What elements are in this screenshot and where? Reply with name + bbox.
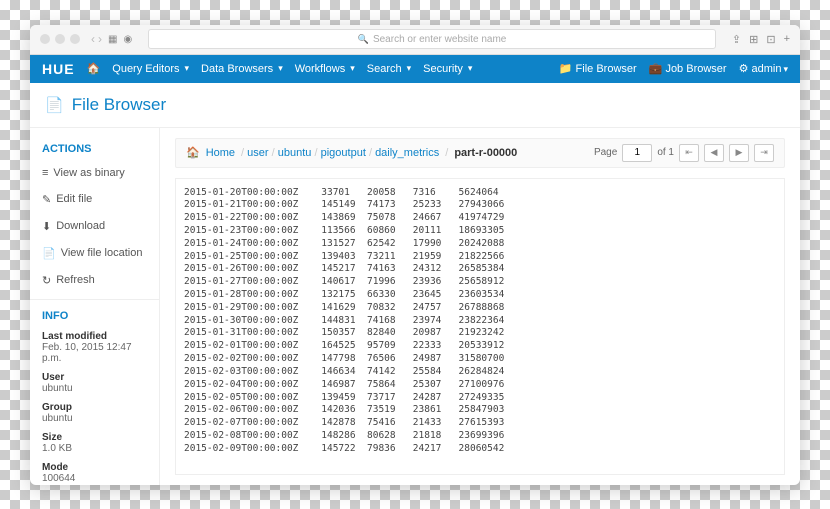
add-tab-icon[interactable]: + — [784, 33, 790, 46]
separator: / — [369, 147, 372, 159]
first-page-button[interactable]: ⇤ — [679, 144, 699, 162]
home-icon[interactable]: 🏠 — [186, 146, 200, 159]
hue-navbar: HUE 🏠 Query Editors Data Browsers Workflow… — [30, 55, 800, 83]
breadcrumb-pigoutput[interactable]: pigoutput — [321, 147, 366, 159]
browser-toolbar: ‹ › ▦ ◉ Search or enter website name ⇪ ⊞… — [30, 25, 800, 55]
menu-security[interactable]: Security — [423, 63, 472, 75]
separator: / — [241, 147, 244, 159]
pager: Page of 1 ⇤ ◀ ▶ ⇥ — [594, 144, 774, 162]
action-label: Download — [56, 220, 105, 232]
page-label: Page — [594, 147, 617, 158]
action-download[interactable]: ⬇ Download — [30, 213, 159, 240]
info-heading: INFO — [30, 305, 159, 327]
info-last-modified: Last modifiedFeb. 10, 2015 12:47 p.m. — [30, 327, 159, 368]
url-bar[interactable]: Search or enter website name — [148, 29, 716, 49]
back-icon[interactable]: ‹ — [91, 32, 95, 46]
nav-file-browser[interactable]: 📁 File Browser — [559, 62, 637, 75]
forward-icon[interactable]: › — [98, 32, 102, 46]
action-label: View file location — [61, 247, 143, 259]
action-icon: ↻ — [42, 274, 51, 287]
sidebar: ACTIONS ≡ View as binary ✎ Edit file ⬇ Downlo… — [30, 128, 160, 485]
info-group: Groupubuntu — [30, 398, 159, 428]
action-icon: ✎ — [42, 193, 51, 206]
action-view-file-location[interactable]: 📄 View file location — [30, 240, 159, 267]
info-mode: Mode100644 — [30, 458, 159, 485]
menu-search[interactable]: Search — [367, 63, 411, 75]
info-size: Size1.0 KB — [30, 428, 159, 458]
window-controls — [40, 34, 80, 44]
home-icon[interactable]: 🏠 — [87, 62, 101, 75]
action-label: Refresh — [56, 274, 95, 286]
action-icon: 📄 — [42, 247, 56, 260]
breadcrumb-home[interactable]: Home — [206, 147, 235, 159]
nav-job-browser[interactable]: 💼 Job Browser — [649, 62, 727, 75]
download-icon[interactable]: ⊞ — [749, 33, 758, 46]
breadcrumb-user[interactable]: user — [247, 147, 268, 159]
action-icon: ≡ — [42, 167, 48, 179]
action-label: View as binary — [53, 167, 124, 179]
menu-query-editors[interactable]: Query Editors — [112, 63, 189, 75]
page-input[interactable] — [622, 144, 652, 162]
divider — [30, 299, 159, 300]
menu-workflows[interactable]: Workflows — [295, 63, 355, 75]
actions-heading: ACTIONS — [30, 138, 159, 160]
breadcrumb-current: part-r-00000 — [454, 147, 517, 159]
separator: / — [272, 147, 275, 159]
action-edit-file[interactable]: ✎ Edit file — [30, 186, 159, 213]
page-of: of 1 — [657, 147, 674, 158]
minimize-dot[interactable] — [55, 34, 65, 44]
action-label: Edit file — [56, 193, 92, 205]
nav-arrows: ‹ › — [91, 32, 102, 46]
action-icon: ⬇ — [42, 220, 51, 233]
file-content: 2015-01-20T00:00:00Z 33701 20058 7316 56… — [175, 178, 785, 475]
page-header: 📄 File Browser — [30, 83, 800, 128]
next-page-button[interactable]: ▶ — [729, 144, 749, 162]
close-dot[interactable] — [40, 34, 50, 44]
breadcrumb: 🏠 Home / user / ubuntu / pigoutput / dai… — [175, 138, 785, 168]
menu-data-browsers[interactable]: Data Browsers — [201, 63, 283, 75]
breadcrumb-ubuntu[interactable]: ubuntu — [278, 147, 312, 159]
main-panel: 🏠 Home / user / ubuntu / pigoutput / dai… — [160, 128, 800, 485]
zoom-dot[interactable] — [70, 34, 80, 44]
sidebar-icon[interactable]: ▦ — [108, 34, 117, 45]
action-refresh[interactable]: ↻ Refresh — [30, 267, 159, 294]
last-page-button[interactable]: ⇥ — [754, 144, 774, 162]
hue-logo[interactable]: HUE — [42, 61, 75, 77]
breadcrumb-daily_metrics[interactable]: daily_metrics — [375, 147, 439, 159]
share-icon[interactable]: ⇪ — [732, 33, 741, 46]
separator: / — [445, 147, 448, 159]
file-icon: 📄 — [45, 96, 64, 114]
page-title: File Browser — [72, 95, 166, 115]
action-view-as-binary[interactable]: ≡ View as binary — [30, 160, 159, 186]
tabs-icon[interactable]: ⊡ — [766, 33, 775, 46]
separator: / — [314, 147, 317, 159]
shield-icon[interactable]: ◉ — [123, 34, 132, 45]
nav-admin[interactable]: ⚙ admin — [739, 62, 788, 75]
info-user: Userubuntu — [30, 368, 159, 398]
prev-page-button[interactable]: ◀ — [704, 144, 724, 162]
